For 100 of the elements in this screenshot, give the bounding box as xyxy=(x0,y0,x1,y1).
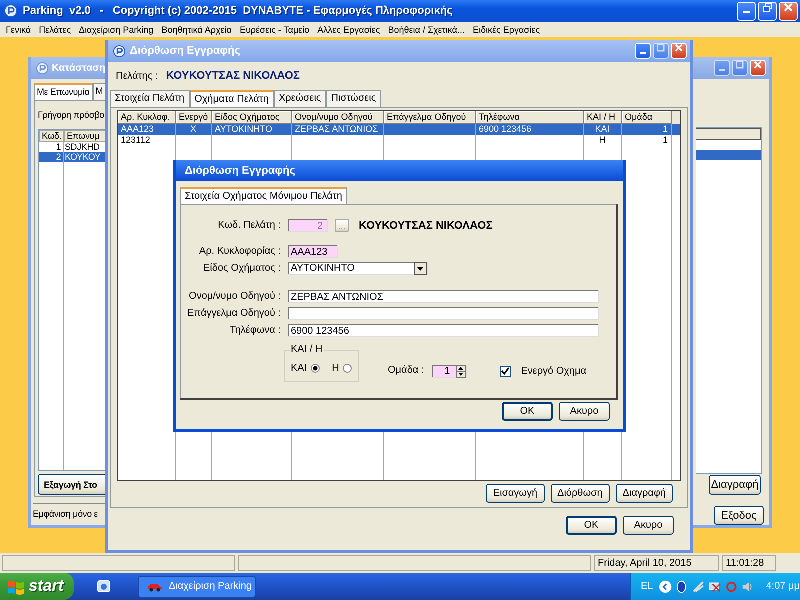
table-cell: Η xyxy=(599,135,606,145)
status-time: 11:01:28 xyxy=(722,555,776,571)
maximize-button[interactable] xyxy=(653,43,669,59)
close-icon xyxy=(675,44,683,52)
cancel-button[interactable]: Ακυρο xyxy=(623,516,674,535)
field-label: Ονομ/νυμο Οδηγού : xyxy=(188,291,282,302)
menu-item[interactable]: Ειδικές Εργασίες xyxy=(468,24,544,34)
column-header: Είδος Οχήματος xyxy=(212,111,292,124)
field-label: Ομάδα : xyxy=(388,365,424,376)
taskbar-button[interactable]: Διαχείριση Parking xyxy=(138,576,256,598)
minimize-button[interactable] xyxy=(635,43,651,59)
field-label: Επάγγελμα Οδηγού : xyxy=(186,308,282,319)
close-button[interactable] xyxy=(779,2,798,20)
ok-button[interactable]: OK xyxy=(502,402,553,421)
column-header: Κωδ. xyxy=(39,130,64,142)
plate-field[interactable]: ΑΑΑ123 xyxy=(288,245,338,258)
restore-icon xyxy=(762,2,772,12)
minimize-icon xyxy=(640,52,646,54)
table-cell: ΚΑΙ xyxy=(595,124,610,134)
column-header: Αρ. Κυκλοφ. xyxy=(118,111,176,124)
window-title: Κατάσταση xyxy=(52,62,106,74)
table-cell: ΑΥΤΟΚΙΝΗΤΟ xyxy=(215,124,273,134)
customer-name: ΚΟΥΚΟΥΤΣΑΣ ΝΙΚΟΛΑΟΣ xyxy=(359,220,493,232)
menu-item[interactable]: Πελάτες xyxy=(35,24,76,34)
tab[interactable]: Στοιχεία Οχήματος Μόνιμου Πελάτη xyxy=(180,187,348,204)
chevron-icon[interactable] xyxy=(659,580,672,594)
column-header: Ονομ/νυμο Οδηγού xyxy=(292,111,384,124)
ok-button[interactable]: OK xyxy=(566,516,617,535)
group-spinner[interactable]: 1 xyxy=(432,365,468,378)
group-title: ΚΑΙ / Η xyxy=(290,344,324,355)
table-cell: 123112 xyxy=(121,135,150,145)
tab[interactable]: Με Επωνυμία xyxy=(34,83,93,100)
column-header: Τηλέφωνα xyxy=(476,111,584,124)
table-cell: 1 xyxy=(662,124,668,134)
field-label: Αρ. Κυκλοφορίας : xyxy=(198,246,282,257)
close-button[interactable] xyxy=(671,43,687,59)
action-button[interactable]: Εισαγωγή xyxy=(486,484,545,503)
field-label: Κωδ. Πελάτη : xyxy=(217,220,282,231)
cancel-button[interactable]: Ακυρο xyxy=(559,402,610,421)
exit-button[interactable]: Εξοδος xyxy=(714,506,764,525)
field-label: Τηλέφωνα : xyxy=(228,325,282,336)
tab[interactable]: Χρεώσεις xyxy=(274,90,326,107)
menu-item[interactable]: Βοήθεια / Σχετικά... xyxy=(384,24,469,34)
table-cell: ΖΕΡΒΑΣ ΑΝΤΩΝΙΟΣ xyxy=(295,124,378,134)
customer-label: Πελάτης : xyxy=(116,70,158,82)
column-header: Ομάδα xyxy=(622,111,672,124)
close-icon xyxy=(754,61,762,69)
table-cell-text: ΚΟΥΚΟΥ xyxy=(64,152,102,162)
radio-label: ΚΑΙ xyxy=(291,363,308,374)
table-cell: X xyxy=(190,124,196,134)
radio-button[interactable] xyxy=(311,364,320,373)
field-label: Είδος Οχήματος : xyxy=(202,263,282,274)
menu-item[interactable]: Διαχείριση Parking xyxy=(75,24,158,34)
menu-item[interactable]: Βοηθητικά Αρχεία xyxy=(158,24,236,34)
radio-button[interactable] xyxy=(343,364,352,373)
table-cell: 2 xyxy=(39,152,64,162)
flag-icon xyxy=(7,578,25,594)
table-cell-text: SDJKHD xyxy=(64,142,101,152)
dialog-title: Διόρθωση Εγγραφής xyxy=(185,164,296,176)
maximize-icon xyxy=(657,44,665,52)
vehicle-type-dropdown[interactable]: ΑΥΤΟΚΙΝΗΤΟ xyxy=(288,262,428,275)
checkbox[interactable] xyxy=(500,366,512,377)
phone-field[interactable]: 6900 123456 xyxy=(288,324,599,337)
checkbox-label: Ενεργό Οχημα xyxy=(521,366,587,377)
minimize-button[interactable] xyxy=(737,2,756,20)
app-icon xyxy=(36,62,49,74)
tab[interactable]: Οχήματα Πελάτη xyxy=(190,90,274,107)
car-icon xyxy=(147,582,163,592)
maximize-icon xyxy=(736,61,744,69)
menu-item[interactable]: Αλλες Εργασίες xyxy=(314,24,384,34)
app-icon xyxy=(4,4,18,18)
export-button[interactable]: Εξαγωγή Στο xyxy=(38,474,105,495)
menu-item[interactable]: Γενικά xyxy=(2,24,36,34)
menu-item[interactable]: Ευρέσεις - Ταμείο xyxy=(236,24,314,34)
tab[interactable]: Μ xyxy=(92,83,105,100)
action-button[interactable]: Διαγραφή xyxy=(616,484,673,503)
table-cell: 1 xyxy=(662,135,668,145)
window-title: Parking v2.0 - Copyright (c) 2002-2015 DYNABYTE - Εφαρμογές Πληροφορικής xyxy=(23,5,453,17)
profession-field[interactable] xyxy=(288,307,599,320)
tab[interactable]: Στοιχεία Πελάτη xyxy=(110,90,190,107)
start-button[interactable]: start xyxy=(0,573,74,600)
column-header: Επάγγελμα Οδηγού xyxy=(384,111,476,124)
action-button[interactable]: Διόρθωση xyxy=(550,484,610,503)
desktop-icon[interactable] xyxy=(96,578,112,594)
app-icon xyxy=(113,44,126,58)
customer-name: ΚΟΥΚΟΥΤΣΑΣ ΝΙΚΟΛΑΟΣ xyxy=(166,70,300,82)
restore-button[interactable] xyxy=(758,2,777,20)
table-cell: 6900 123456 xyxy=(479,124,532,134)
clock: 4:07 μμ xyxy=(766,581,800,592)
driver-name-field[interactable]: ΖΕΡΒΑΣ ΑΝΤΩΝΙΟΣ xyxy=(288,290,599,303)
radio-label: Η xyxy=(332,363,340,374)
tab[interactable]: Πιστώσεις xyxy=(326,90,382,107)
quick-access-label: Γρήγορη πρόσβο xyxy=(38,110,105,120)
window-title: Διόρθωση Εγγραφής xyxy=(130,45,240,57)
minimize-icon xyxy=(743,10,750,12)
status-date: Friday, April 10, 2015 xyxy=(594,555,719,571)
spinner-arrows-icon xyxy=(456,365,466,378)
column-header: ΚΑΙ / Η xyxy=(584,111,622,124)
delete-button[interactable]: Διαγραφή xyxy=(709,475,761,495)
table-cell: ΑΑΑ123 xyxy=(121,124,154,134)
